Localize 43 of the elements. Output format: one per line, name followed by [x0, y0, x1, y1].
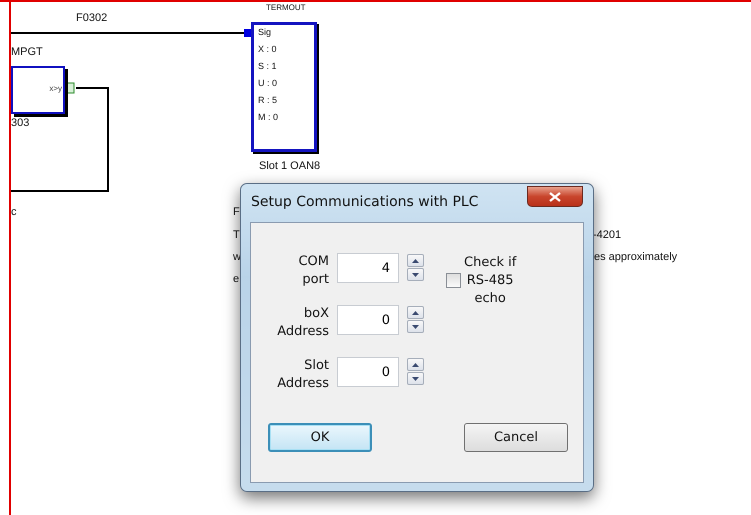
block-title: TERMOUT — [266, 3, 306, 12]
spin-up-button[interactable] — [407, 306, 424, 319]
note-text: es approximately — [594, 251, 678, 263]
note-text: T — [233, 229, 240, 241]
input-field[interactable]: 0 — [337, 357, 399, 387]
note-text: F — [233, 206, 240, 218]
spin-up-button[interactable] — [407, 254, 424, 267]
port-label: Sig — [258, 27, 272, 37]
spin-down-button[interactable] — [407, 372, 424, 385]
triangle-down-icon — [412, 324, 419, 328]
spin-down-button[interactable] — [407, 268, 424, 281]
note-text: e — [233, 273, 240, 285]
triangle-down-icon — [412, 272, 419, 276]
block-title: MPGT — [11, 46, 43, 58]
parameter-label: U : 0 — [258, 78, 278, 88]
parameter-label: M : 0 — [258, 112, 280, 122]
field-label: COM port — [297, 253, 329, 289]
ok-button[interactable]: OK — [268, 423, 372, 452]
parameter-label: R : 5 — [258, 95, 278, 105]
close-button[interactable] — [527, 186, 583, 207]
field-label: boX Address — [276, 305, 329, 341]
wire-label: F0302 — [76, 12, 108, 24]
spin-down-button[interactable] — [407, 320, 424, 333]
parameter-label: S : 1 — [258, 61, 278, 71]
note-text: -4201 — [593, 229, 622, 241]
triangle-up-icon — [412, 362, 419, 366]
triangle-down-icon — [412, 376, 419, 380]
cancel-button[interactable]: Cancel — [464, 423, 568, 452]
note-text: c — [11, 206, 16, 218]
triangle-up-icon — [412, 310, 419, 314]
checkbox-label: Check if RS-485 echo — [464, 254, 516, 308]
spin-up-button[interactable] — [407, 358, 424, 371]
block-tag: 303 — [11, 117, 30, 129]
input-field[interactable]: 0 — [337, 305, 399, 335]
field-label: Slot Address — [276, 357, 329, 393]
triangle-up-icon — [412, 258, 419, 262]
input-field[interactable]: 4 — [337, 253, 399, 283]
dialog-title: Setup Communications with PLC — [251, 194, 478, 210]
parameter-label: X : 0 — [258, 44, 278, 54]
port-label: x>y — [49, 84, 62, 93]
block-tag: Slot 1 OAN8 — [259, 160, 320, 172]
checkbox[interactable] — [446, 273, 461, 288]
close-icon — [549, 192, 561, 202]
